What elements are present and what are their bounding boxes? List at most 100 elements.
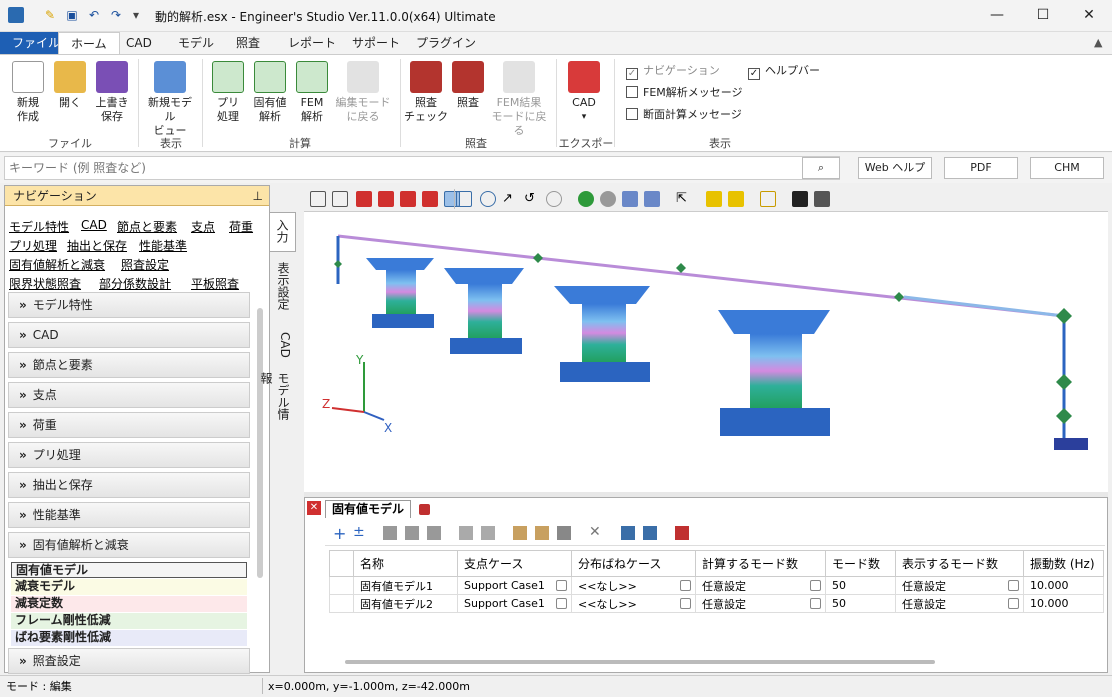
eigen-analysis-button[interactable]: 固有値 解析 xyxy=(248,61,292,124)
view-side-icon[interactable] xyxy=(378,191,394,207)
cell-mode-count[interactable]: 50 xyxy=(825,594,896,613)
rename-icon[interactable] xyxy=(481,526,495,540)
grid-tab[interactable]: 固有値モデル xyxy=(325,500,412,518)
nav-link-preprocess[interactable]: プリ処理 xyxy=(9,237,57,254)
tab-home[interactable]: ホーム xyxy=(58,32,120,54)
back-to-fem-result-button[interactable]: FEM結果 モードに戻る xyxy=(488,61,550,138)
move-down-icon[interactable] xyxy=(405,526,419,540)
view-iso-icon[interactable] xyxy=(422,191,438,207)
nav-link-model-props[interactable]: モデル特性 xyxy=(9,218,69,235)
search-button[interactable]: ⌕ xyxy=(802,157,840,179)
tab-model[interactable]: モデル xyxy=(166,32,226,54)
chevron-down-icon[interactable] xyxy=(810,580,821,591)
col-mode-count[interactable]: モード数 xyxy=(825,550,896,577)
tab-check[interactable]: 照査 xyxy=(224,32,272,54)
cell-spring-case[interactable]: <<なし>> xyxy=(571,576,696,595)
back-to-edit-button[interactable]: 編集モード に戻る xyxy=(334,61,392,124)
nav-link-limit-state[interactable]: 限界状態照査 xyxy=(9,275,81,292)
cell-display-modes[interactable]: 任意設定 xyxy=(895,594,1024,613)
nav-section-eigen[interactable]: » 固有値解析と減衰 xyxy=(8,532,250,558)
keyword-search-input[interactable] xyxy=(4,156,840,180)
navigation-checkbox[interactable]: ✓ ナビゲーション xyxy=(626,64,720,80)
info-icon[interactable] xyxy=(644,191,660,207)
forward-icon[interactable] xyxy=(600,191,616,207)
cell-calc-modes[interactable]: 任意設定 xyxy=(695,576,826,595)
nav-section-preprocess[interactable]: » プリ処理 xyxy=(8,442,250,468)
left-abutment[interactable] xyxy=(334,236,342,284)
horizontal-scrollbar[interactable] xyxy=(345,660,935,664)
cell-mode-count[interactable]: 50 xyxy=(825,576,896,595)
find-icon[interactable] xyxy=(760,191,776,207)
add-row-icon[interactable]: + xyxy=(333,524,346,543)
redo-icon[interactable]: ↷ xyxy=(108,7,124,23)
move-bottom-icon[interactable] xyxy=(427,526,441,540)
save-icon[interactable]: ▣ xyxy=(64,7,80,23)
nav-section-extract[interactable]: » 抽出と保存 xyxy=(8,472,250,498)
fem-analysis-button[interactable]: FEM 解析 xyxy=(290,61,334,124)
table-row[interactable]: 固有値モデル1 Support Case1 <<なし>> 任意設定 50 任意設… xyxy=(329,576,1104,595)
nav-link-partial-factor[interactable]: 部分係数設計 xyxy=(99,275,171,292)
section-message-checkbox[interactable]: 断面計算メッセージ xyxy=(626,108,742,124)
row-header[interactable] xyxy=(329,576,354,595)
close-icon[interactable]: ✕ xyxy=(1066,0,1112,32)
copy-icon[interactable] xyxy=(513,526,527,540)
cell-name[interactable]: 固有値モデル1 xyxy=(353,576,458,595)
nav-subitem-frame-stiffness[interactable]: フレーム剛性低減 xyxy=(11,613,247,629)
nav-subitem-spring-stiffness[interactable]: ばね要素剛性低減 xyxy=(11,630,247,646)
nav-link-plate[interactable]: 平板照査 xyxy=(191,275,239,292)
right-abutment[interactable] xyxy=(1054,308,1088,450)
new-file-icon[interactable]: ✎ xyxy=(42,7,58,23)
col-support-case[interactable]: 支点ケース xyxy=(457,550,572,577)
insert-row-icon[interactable]: ± xyxy=(353,524,365,540)
cell-name[interactable]: 固有値モデル2 xyxy=(353,594,458,613)
nav-link-extract[interactable]: 抽出と保存 xyxy=(67,237,127,254)
pier-1[interactable] xyxy=(366,258,434,328)
nav-subitem-eigen-model[interactable]: 固有値モデル xyxy=(11,562,247,578)
tab-support[interactable]: サポート xyxy=(340,32,412,54)
pdf-button[interactable]: PDF xyxy=(944,157,1018,179)
nav-link-check-settings[interactable]: 照査設定 xyxy=(121,256,169,273)
chm-button[interactable]: CHM xyxy=(1030,157,1104,179)
rotate-icon[interactable]: ↺ xyxy=(524,191,540,207)
tab-cad[interactable]: CAD xyxy=(114,32,164,54)
pin-icon[interactable]: ⊥ xyxy=(253,186,263,206)
nav-section-nodes[interactable]: » 節点と要素 xyxy=(8,352,250,378)
nav-link-eigen[interactable]: 固有値解析と減衰 xyxy=(9,256,105,273)
col-name[interactable]: 名称 xyxy=(353,550,458,577)
close-panel-icon[interactable]: ✕ xyxy=(307,501,321,515)
nav-link-performance[interactable]: 性能基準 xyxy=(139,237,187,254)
nav-link-nodes[interactable]: 節点と要素 xyxy=(117,218,177,235)
delete-icon[interactable]: ✕ xyxy=(589,524,601,540)
zoom-out-icon[interactable] xyxy=(480,191,496,207)
tab-report[interactable]: レポート xyxy=(276,32,348,54)
cell-frequency[interactable]: 10.000 xyxy=(1023,594,1104,613)
undo-icon[interactable]: ↶ xyxy=(86,7,102,23)
minimize-icon[interactable]: — xyxy=(974,0,1020,32)
pier-4[interactable] xyxy=(718,310,830,436)
chevron-down-icon[interactable] xyxy=(1008,598,1019,609)
nav-scrollbar[interactable] xyxy=(257,308,263,578)
nav-subitem-damping-constant[interactable]: 減衰定数 xyxy=(11,596,247,612)
screenshot-icon[interactable] xyxy=(622,191,638,207)
maximize-icon[interactable]: ☐ xyxy=(1020,0,1066,32)
view-front-icon[interactable] xyxy=(356,191,372,207)
check-verify-button[interactable]: 照査 チェック xyxy=(404,61,448,124)
helpbar-checkbox[interactable]: ✓ ヘルプバー xyxy=(748,64,820,80)
vtab-model-info[interactable]: モデル情報 xyxy=(259,366,296,436)
fem-message-checkbox[interactable]: FEM解析メッセージ xyxy=(626,86,743,102)
pier-2[interactable] xyxy=(444,268,524,354)
nav-section-cad[interactable]: » CAD xyxy=(8,322,250,348)
nav-section-performance[interactable]: » 性能基準 xyxy=(8,502,250,528)
tab-plugin[interactable]: プラグイン xyxy=(404,32,488,54)
col-spring-case[interactable]: 分布ばねケース xyxy=(571,550,696,577)
nav-link-cad[interactable]: CAD xyxy=(81,218,107,232)
pier-3[interactable] xyxy=(554,286,650,382)
view-top-icon[interactable] xyxy=(400,191,416,207)
camera-settings-icon[interactable] xyxy=(814,191,830,207)
chevron-down-icon[interactable] xyxy=(556,580,567,591)
check-button[interactable]: 照査 xyxy=(446,61,490,110)
cell-frequency[interactable]: 10.000 xyxy=(1023,576,1104,595)
row-header[interactable] xyxy=(329,594,354,613)
new-model-view-button[interactable]: 新規モデル ビュー xyxy=(144,61,196,138)
select-window-icon[interactable] xyxy=(728,191,744,207)
